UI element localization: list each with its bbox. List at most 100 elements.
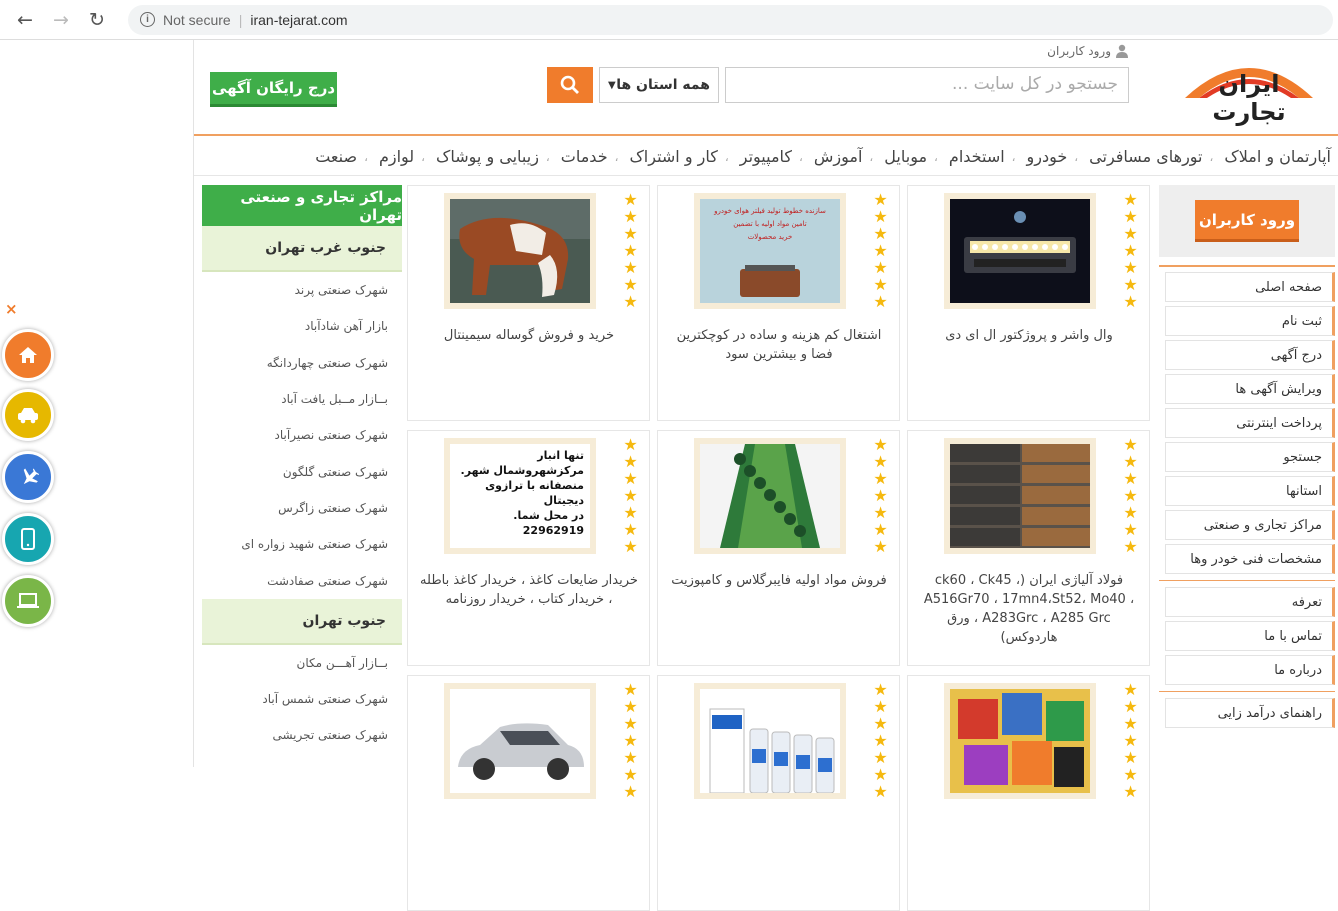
- menu-divider: [1159, 691, 1335, 692]
- star-icon: ★: [623, 486, 638, 505]
- product-thumbnail[interactable]: [444, 683, 596, 799]
- industrial-center-link[interactable]: بــازار مــبل یافت آباد: [202, 381, 402, 417]
- product-thumbnail[interactable]: [944, 683, 1096, 799]
- right-menu: صفحه اصلی ثبت نام درج آگهی ویرایش آگهی ها پر…: [1159, 265, 1335, 728]
- product-card[interactable]: تنها انبار مرکزشهروشمال شهر. منصفانه با ت…: [407, 430, 650, 666]
- product-card[interactable]: ★ ★ ★ ★ ★ ★ ★: [907, 675, 1150, 911]
- sidebar-menu-item[interactable]: پرداخت اینترنتی: [1165, 408, 1335, 438]
- star-icon: ★: [873, 469, 888, 488]
- category-link[interactable]: صنعت: [315, 147, 357, 166]
- product-card[interactable]: ★ ★ ★ ★ ★ ★ ★: [407, 675, 650, 911]
- industrial-center-link[interactable]: بــازار آهـــن مکان: [202, 645, 402, 681]
- industrial-center-link[interactable]: شهرک صنعتی شهید زواره ای: [202, 526, 402, 562]
- section-title[interactable]: جنوب تهران: [202, 598, 402, 645]
- product-title[interactable]: خریدار ضایعات کاغذ ، خریدار کاغذ باطله ،…: [419, 571, 639, 609]
- product-thumbnail[interactable]: [444, 193, 596, 309]
- category-link[interactable]: موبایل: [884, 147, 927, 166]
- close-icon[interactable]: ×: [5, 300, 18, 318]
- product-title[interactable]: خرید و فروش گوساله سیمینتال: [419, 326, 639, 345]
- category-link[interactable]: آموزش: [814, 147, 863, 166]
- free-ad-button[interactable]: درج رایگان آگهی: [210, 72, 337, 107]
- sidebar-menu-item[interactable]: ویرایش آگهی ها: [1165, 374, 1335, 404]
- industrial-center-link[interactable]: شهرک صنعتی صفادشت: [202, 562, 402, 598]
- product-title[interactable]: اشتغال کم هزینه و ساده در کوچکترین فضا و…: [669, 326, 889, 364]
- category-link[interactable]: کار و اشتراک: [629, 147, 717, 166]
- mobile-icon[interactable]: [2, 513, 54, 565]
- industrial-center-link[interactable]: شهرک صنعتی شمس آباد: [202, 681, 402, 717]
- thumbnail-text-line: منصفانه با ترازوی دیجیتال: [485, 479, 584, 507]
- category-link[interactable]: تورهای مسافرتی: [1089, 147, 1202, 166]
- product-thumbnail[interactable]: [694, 438, 846, 554]
- star-icon: ★: [1123, 469, 1138, 488]
- star-icon: ★: [873, 258, 888, 277]
- forward-button[interactable]: →: [48, 7, 74, 33]
- category-link[interactable]: لوازم: [379, 147, 414, 166]
- sidebar-menu-item[interactable]: صفحه اصلی: [1165, 272, 1335, 302]
- product-card[interactable]: ★ ★ ★ ★ ★ ★ ★ وال واشر و پروژکتور ال ای دی: [907, 185, 1150, 421]
- reload-button[interactable]: ↻: [84, 7, 110, 33]
- sidebar-menu-item[interactable]: استانها: [1165, 476, 1335, 506]
- sidebar-menu-item[interactable]: مشخصات فنی خودر وها: [1165, 544, 1335, 574]
- product-thumbnail[interactable]: تنها انبار مرکزشهروشمال شهر. منصفانه با ت…: [444, 438, 596, 554]
- category-link[interactable]: خودرو: [1027, 147, 1068, 166]
- product-title[interactable]: فولاد آلیاژی ایران (، ck60 ، Ck45 A516Gr…: [919, 571, 1139, 647]
- category-link[interactable]: زیبایی و پوشاک: [436, 147, 539, 166]
- industrial-center-link[interactable]: شهرک صنعتی گلگون: [202, 453, 402, 489]
- rating-stars: ★ ★ ★ ★ ★ ★ ★: [873, 437, 889, 555]
- sidebar-menu-item[interactable]: مراکز تجاری و صنعتی: [1165, 510, 1335, 540]
- address-bar[interactable]: i Not secure | iran-tejarat.com: [128, 4, 1333, 35]
- star-icon: ★: [623, 207, 638, 226]
- sidebar-menu-item[interactable]: درباره ما: [1165, 655, 1335, 685]
- info-icon[interactable]: i: [140, 12, 155, 27]
- product-title[interactable]: وال واشر و پروژکتور ال ای دی: [919, 326, 1139, 345]
- site-logo[interactable]: ایران تجارت: [1179, 50, 1319, 126]
- star-icon: ★: [1123, 714, 1138, 733]
- product-card[interactable]: ★ ★ ★ ★ ★ ★ ★ خرید و فروش گوساله سیمینتال: [407, 185, 650, 421]
- plane-icon[interactable]: [2, 451, 54, 503]
- product-thumbnail[interactable]: سازنده خطوط تولید فیلتر هوای خودرو تامین …: [694, 193, 846, 309]
- login-link[interactable]: ورود کاربران: [1047, 44, 1129, 58]
- sidebar-menu-item[interactable]: درج آگهی: [1165, 340, 1335, 370]
- star-icon: ★: [1123, 292, 1138, 311]
- section-title[interactable]: جنوب غرب تهران: [202, 226, 402, 272]
- industrial-center-link[interactable]: شهرک صنعتی چهاردانگه: [202, 345, 402, 381]
- product-card[interactable]: سازنده خطوط تولید فیلتر هوای خودرو تامین …: [657, 185, 900, 421]
- sidebar-menu-item[interactable]: تعرفه: [1165, 587, 1335, 617]
- industrial-center-link[interactable]: بازار آهن شادآباد: [202, 308, 402, 344]
- nav-separator: ،: [1074, 149, 1079, 164]
- sidebar-menu-item[interactable]: ثبت نام: [1165, 306, 1335, 336]
- star-icon: ★: [873, 486, 888, 505]
- sidebar-menu-item[interactable]: جستجو: [1165, 442, 1335, 472]
- product-card[interactable]: ★ ★ ★ ★ ★ ★ ★ فروش مواد اولیه فایبرگلاس و کامپو…: [657, 430, 900, 666]
- logo-text: ایران تجارت: [1212, 70, 1286, 126]
- home-icon[interactable]: [2, 329, 54, 381]
- category-link[interactable]: استخدام: [949, 147, 1005, 166]
- product-thumbnail[interactable]: [694, 683, 846, 799]
- laptop-icon[interactable]: [2, 575, 54, 627]
- category-link[interactable]: خدمات: [561, 147, 608, 166]
- search-input[interactable]: جستجو در کل سایت ...: [725, 67, 1129, 103]
- product-thumbnail[interactable]: [944, 193, 1096, 309]
- car-icon[interactable]: [2, 389, 54, 441]
- search-icon: [560, 75, 579, 94]
- product-title[interactable]: فروش مواد اولیه فایبرگلاس و کامپوزیت: [669, 571, 889, 590]
- category-link[interactable]: آپارتمان و املاک: [1224, 147, 1331, 166]
- sidebar-menu-item[interactable]: تماس با ما: [1165, 621, 1335, 651]
- rating-stars: ★ ★ ★ ★ ★ ★ ★: [623, 682, 639, 800]
- rating-stars: ★ ★ ★ ★ ★ ★ ★: [873, 192, 889, 310]
- category-link[interactable]: کامپیوتر: [740, 147, 792, 166]
- star-icon: ★: [623, 503, 638, 522]
- industrial-center-link[interactable]: شهرک صنعتی زاگرس: [202, 490, 402, 526]
- login-button[interactable]: ورود کاربران: [1195, 200, 1299, 242]
- province-select[interactable]: همه استان ها ▼: [599, 67, 719, 103]
- industrial-center-link[interactable]: شهرک صنعتی نصیرآباد: [202, 417, 402, 453]
- industrial-center-link[interactable]: شهرک صنعتی تجریشی: [202, 717, 402, 753]
- sidebar-menu-item[interactable]: راهنمای درآمد زایی: [1165, 698, 1335, 728]
- product-thumbnail[interactable]: [944, 438, 1096, 554]
- left-sidebar: مراکز تجاری و صنعتی تهران جنوب غرب تهران ش…: [202, 185, 402, 767]
- product-card[interactable]: ★ ★ ★ ★ ★ ★ ★ فولاد آلیاژی ایران (، ck60 ، Ck45…: [907, 430, 1150, 666]
- search-button[interactable]: [547, 67, 593, 103]
- industrial-center-link[interactable]: شهرک صنعتی پرند: [202, 272, 402, 308]
- back-button[interactable]: ←: [12, 7, 38, 33]
- product-card[interactable]: ★ ★ ★ ★ ★ ★ ★: [657, 675, 900, 911]
